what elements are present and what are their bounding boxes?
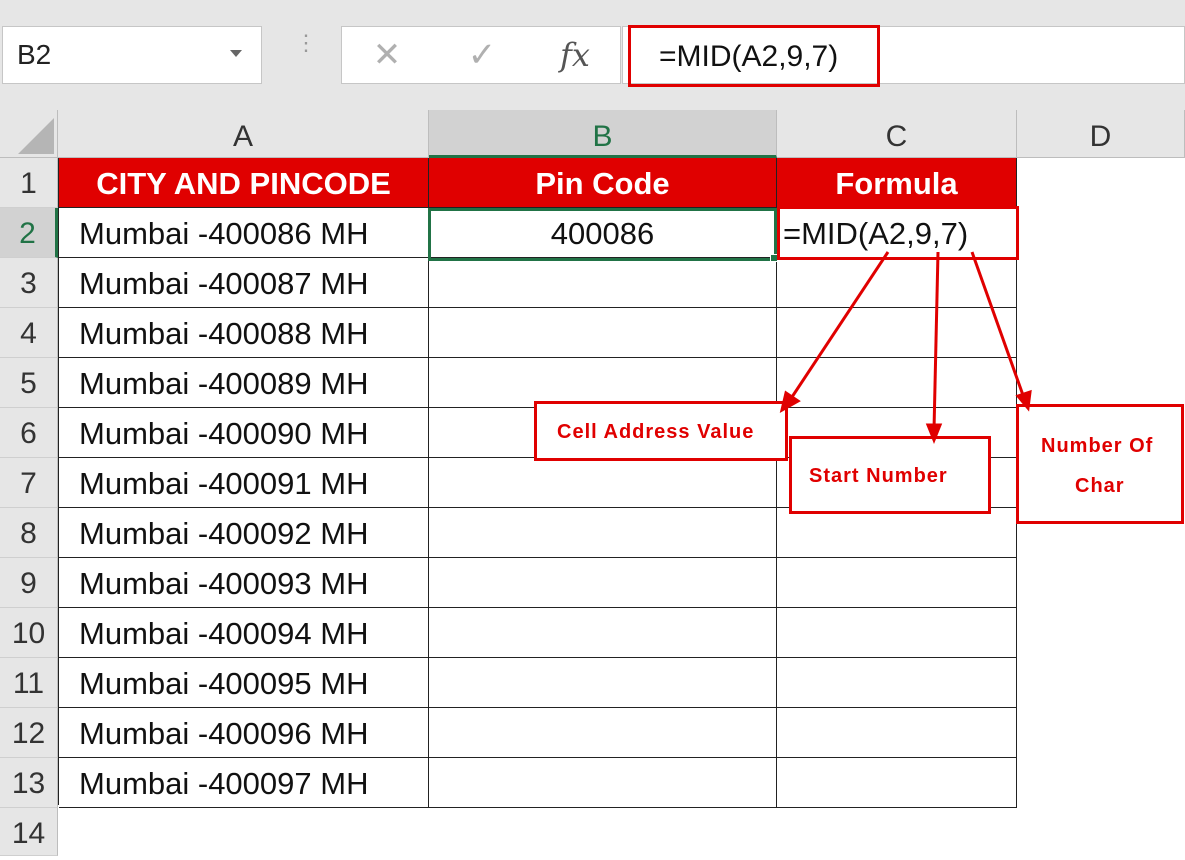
annotation-arrows	[779, 251, 1032, 445]
arrow-to-number-of-char	[970, 251, 1026, 399]
arrow-to-start-number	[932, 251, 940, 431]
arrow-head-number-of-char	[1015, 389, 1032, 412]
arrow-to-cell-address	[788, 251, 890, 401]
arrow-head-start-number	[925, 423, 943, 445]
arrow-head-cell-address	[779, 390, 801, 413]
